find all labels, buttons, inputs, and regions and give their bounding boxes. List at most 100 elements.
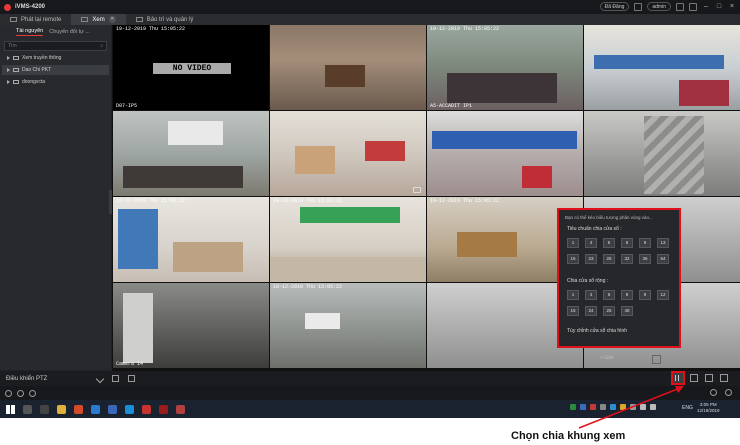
division-option-9[interactable]: 9 — [639, 238, 651, 248]
tree-item[interactable]: Xem truyền thông — [2, 53, 109, 63]
camera-tile[interactable]: 19-12-2019 Thu 15:05:22 A5-ACCADIT IP1 — [427, 25, 583, 110]
ptz-label[interactable]: Điều khiển PTZ — [6, 376, 47, 382]
skype-icon[interactable] — [125, 404, 134, 414]
division-option-6[interactable]: 6 — [603, 290, 615, 300]
expand-icon[interactable] — [705, 374, 713, 382]
task-view-icon[interactable] — [40, 404, 49, 414]
user-menu[interactable]: admin — [647, 2, 671, 11]
settings-icon[interactable] — [676, 2, 684, 11]
division-option-23[interactable]: 23 — [585, 254, 597, 264]
warning-icon[interactable] — [29, 389, 36, 397]
division-option-32[interactable]: 32 — [621, 254, 633, 264]
division-option-48[interactable]: 48 — [621, 306, 633, 316]
camera-controls-icon[interactable] — [413, 187, 421, 193]
division-option-12[interactable]: 12 — [657, 290, 669, 300]
tab-auto-switch[interactable]: Chuyển đổi tự ... — [49, 29, 90, 35]
view-controls — [690, 374, 728, 382]
lock-icon[interactable] — [634, 2, 643, 11]
camera-tile[interactable]: 19-12-2019 Thu 15:05:22 — [270, 197, 426, 282]
close-icon[interactable]: × — [728, 3, 736, 11]
maximize-icon[interactable]: □ — [715, 3, 723, 11]
tree-item[interactable]: doongvcta — [2, 77, 109, 87]
file-explorer-icon[interactable] — [57, 404, 66, 414]
tree-item[interactable]: Dao Chi PKT — [2, 65, 109, 75]
division-option-16[interactable]: 16 — [567, 254, 579, 264]
search-icon[interactable] — [23, 404, 32, 414]
tray-icon[interactable] — [610, 404, 616, 410]
ivms-icon[interactable] — [159, 404, 168, 414]
windows-start-icon[interactable] — [6, 404, 15, 414]
division-option-25[interactable]: 25 — [603, 306, 615, 316]
camera-app-icon[interactable] — [176, 404, 185, 414]
division-option-4[interactable]: 4 — [585, 238, 597, 248]
camera-tile[interactable]: Camera 14 — [113, 283, 269, 368]
fullscreen-icon[interactable] — [690, 374, 698, 382]
store-icon[interactable] — [108, 404, 117, 414]
division-option-1[interactable]: 1 — [567, 238, 579, 248]
taskbar-clock[interactable]: 3:05 PM 12/19/2019 — [697, 402, 720, 414]
tab-maintenance[interactable]: Bảo trì và quản lý — [126, 14, 204, 25]
tab-live-view[interactable]: Xem × — [71, 14, 126, 25]
tray-icon[interactable] — [580, 404, 586, 410]
info-icon[interactable] — [689, 2, 697, 11]
chrome-icon[interactable] — [74, 404, 83, 414]
tray-icon[interactable] — [630, 404, 636, 410]
division-option-9[interactable]: 9 — [639, 290, 651, 300]
tab-remote-playback[interactable]: Phát lại remote — [0, 14, 71, 25]
wifi-icon[interactable] — [640, 404, 646, 410]
division-option-8[interactable]: 8 — [621, 290, 633, 300]
tab-resources[interactable]: Tài nguyên — [16, 28, 44, 36]
camera-tile[interactable]: 19-12-2019 Thu 15:05:22 — [270, 283, 426, 368]
division-option-36[interactable]: 36 — [639, 254, 651, 264]
division-option-64[interactable]: 64 — [657, 254, 669, 264]
search-icon[interactable]: ⌕ — [100, 43, 103, 49]
camera-tile[interactable] — [270, 111, 426, 196]
view-icon — [81, 17, 89, 22]
division-option-16[interactable]: 16 — [567, 306, 579, 316]
close-tab-icon[interactable]: × — [108, 16, 116, 23]
division-option-24[interactable]: 24 — [585, 306, 597, 316]
add-layout-button[interactable]: + Gán — [600, 355, 614, 361]
tray-icon[interactable] — [620, 404, 626, 410]
settings-icon[interactable] — [720, 374, 728, 382]
pin-icon[interactable] — [725, 389, 732, 396]
camera-tile[interactable]: 19-12-2019 Thu 15:05:22 NO VIDEO D07-IP5 — [113, 25, 269, 110]
chevron-up-icon[interactable] — [96, 374, 105, 383]
division-option-8[interactable]: 8 — [621, 238, 633, 248]
camera-tile[interactable] — [113, 111, 269, 196]
powerpoint-icon[interactable] — [142, 404, 151, 414]
expand-icon[interactable] — [7, 68, 10, 72]
camera-tile[interactable] — [584, 25, 740, 110]
alarm-icon[interactable] — [5, 389, 12, 397]
status-pill[interactable]: Đã Đăng — [599, 2, 630, 11]
playback-icon — [10, 17, 17, 22]
expand-icon[interactable] — [7, 80, 10, 84]
video-frame — [432, 131, 577, 149]
tray-icon[interactable] — [590, 404, 596, 410]
tray-icon[interactable] — [570, 404, 576, 410]
record-icon[interactable] — [128, 375, 136, 382]
edge-icon[interactable] — [91, 404, 100, 414]
division-option-25[interactable]: 25 — [603, 254, 615, 264]
search-input[interactable]: Tìm ⌕ — [4, 41, 107, 51]
division-option-4[interactable]: 4 — [585, 290, 597, 300]
window-division-button[interactable] — [671, 371, 685, 385]
custom-division-link[interactable]: Tùy chỉnh cửa sổ chia hình — [567, 328, 627, 334]
camera-tile[interactable]: 12-12-2019 Thu 15:05:22 — [113, 197, 269, 282]
sound-icon[interactable] — [17, 389, 24, 397]
division-option-1[interactable]: 1 — [567, 290, 579, 300]
expand-icon[interactable] — [7, 56, 10, 60]
division-option-13[interactable]: 13 — [657, 238, 669, 248]
lock-icon[interactable] — [710, 389, 717, 396]
camera-tile[interactable] — [427, 111, 583, 196]
video-frame — [447, 73, 557, 103]
minimize-icon[interactable]: – — [702, 3, 710, 11]
layout-scroll-icon[interactable] — [652, 355, 661, 364]
camera-tile[interactable] — [584, 111, 740, 196]
division-option-6[interactable]: 6 — [603, 238, 615, 248]
tray-icon[interactable] — [600, 404, 606, 410]
volume-icon[interactable] — [650, 404, 656, 410]
volume-icon[interactable] — [112, 375, 120, 382]
camera-tile[interactable] — [270, 25, 426, 110]
language-indicator[interactable]: ENG — [682, 405, 693, 411]
